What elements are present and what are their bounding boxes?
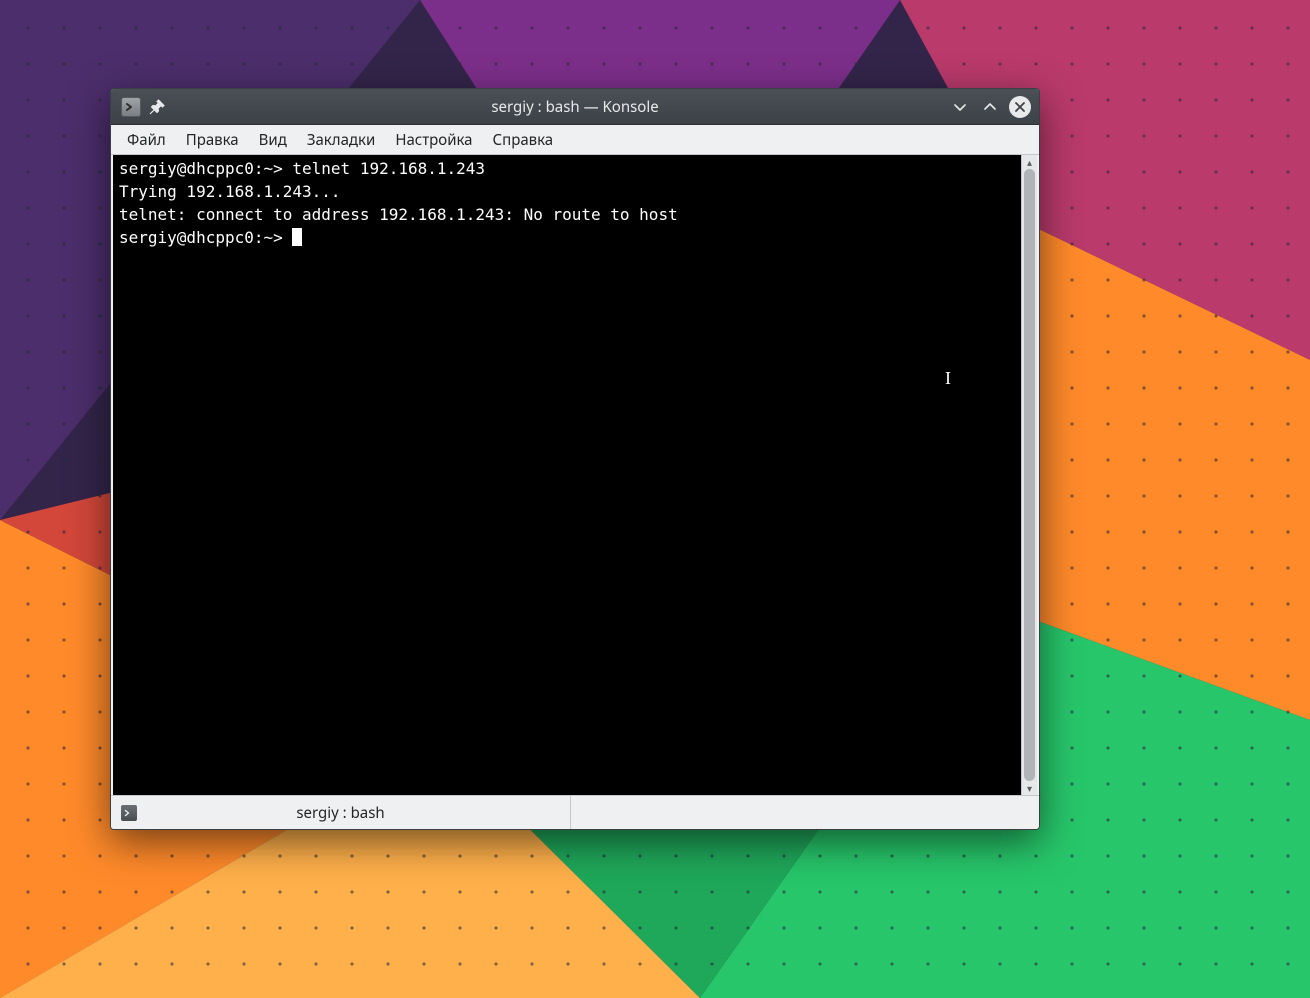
prompt: sergiy@dhcppc0:~>: [119, 159, 292, 178]
terminal-output-line: Trying 192.168.1.243...: [119, 180, 1015, 203]
command-text: telnet 192.168.1.243: [292, 159, 485, 178]
terminal-scrollbar[interactable]: ▴ ▾: [1021, 155, 1037, 795]
pin-icon[interactable]: [149, 99, 165, 115]
tab-label: sergiy : bash: [296, 803, 384, 823]
scroll-down-icon[interactable]: ▾: [1022, 781, 1037, 795]
menubar: Файл Правка Вид Закладки Настройка Справ…: [111, 125, 1039, 155]
konsole-window: sergiy : bash — Konsole Файл Правка Вид …: [110, 88, 1040, 830]
minimize-button[interactable]: [949, 96, 971, 118]
terminal-cursor: [292, 228, 302, 246]
text-cursor-icon: I: [945, 367, 951, 390]
menu-settings[interactable]: Настройка: [385, 126, 482, 154]
terminal-viewport[interactable]: sergiy@dhcppc0:~> telnet 192.168.1.243 Tr…: [113, 155, 1021, 795]
scrollbar-thumb[interactable]: [1024, 169, 1035, 781]
titlebar[interactable]: sergiy : bash — Konsole: [111, 89, 1039, 125]
terminal-icon: [121, 805, 137, 821]
menu-bookmarks[interactable]: Закладки: [297, 126, 386, 154]
terminal-output-line: telnet: connect to address 192.168.1.243…: [119, 203, 1015, 226]
tab-bar: sergiy : bash: [111, 795, 1039, 829]
menu-help[interactable]: Справка: [483, 126, 564, 154]
app-icon: [121, 97, 141, 117]
menu-edit[interactable]: Правка: [176, 126, 249, 154]
prompt: sergiy@dhcppc0:~>: [119, 228, 292, 247]
tab-session-1[interactable]: sergiy : bash: [111, 796, 571, 829]
menu-view[interactable]: Вид: [249, 126, 297, 154]
maximize-button[interactable]: [979, 96, 1001, 118]
menu-file[interactable]: Файл: [117, 126, 176, 154]
window-title: sergiy : bash — Konsole: [111, 97, 1039, 117]
close-button[interactable]: [1009, 96, 1031, 118]
scroll-up-icon[interactable]: ▴: [1022, 155, 1037, 169]
